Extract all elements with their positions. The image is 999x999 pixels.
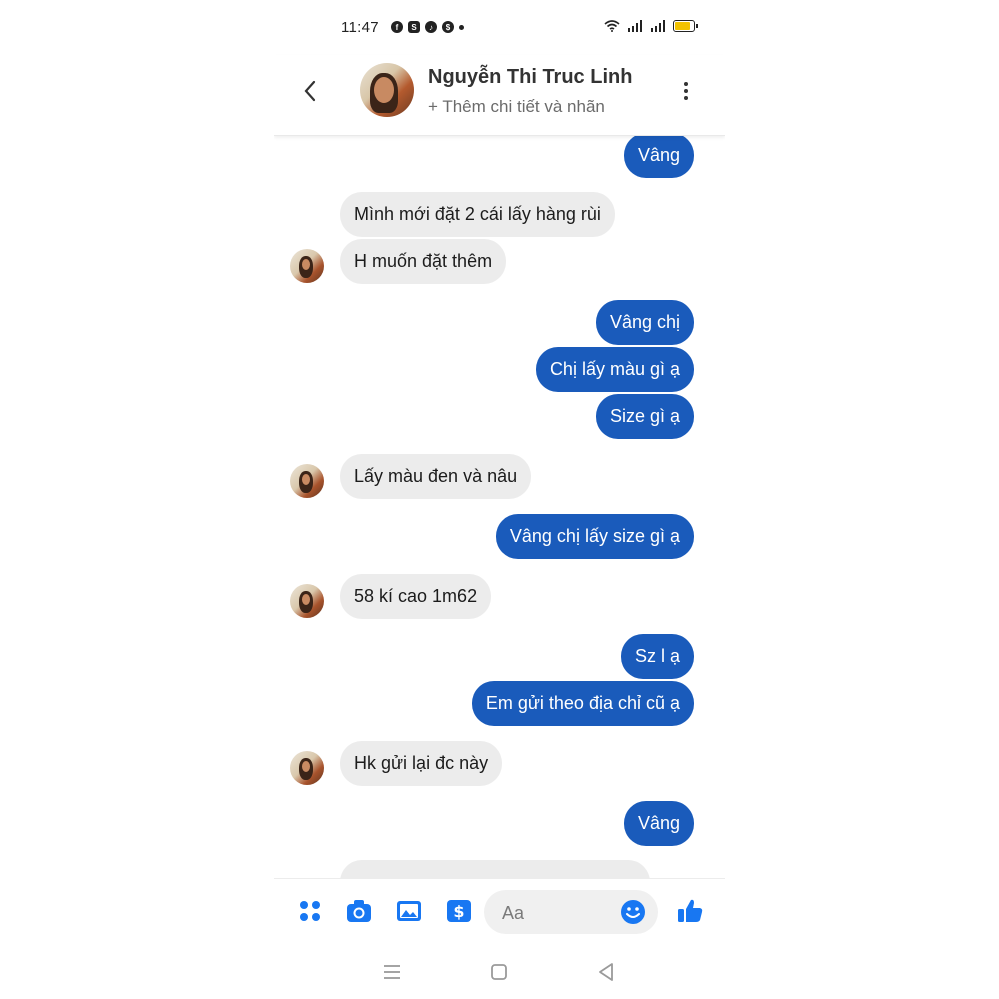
gallery-icon[interactable] (395, 897, 423, 925)
composer-bar: $ (274, 878, 725, 947)
add-details-link[interactable]: + Thêm chi tiết và nhãn (428, 97, 605, 117)
message-bubble-incoming[interactable]: Mình mới đặt 2 cái lấy hàng rùi (340, 192, 615, 237)
message-bubble-outgoing[interactable]: Sz l ạ (620, 634, 694, 679)
shopping-bag-notification-icon: S (408, 21, 420, 33)
messenger-screen: 11:47 f S ♪ $ Nguyễn Thi Truc Linh + Thê… (274, 0, 725, 999)
signal-icon-1 (628, 20, 642, 32)
sender-avatar (290, 751, 324, 785)
contact-avatar[interactable] (360, 63, 414, 117)
system-icons (604, 20, 698, 32)
svg-text:$: $ (453, 902, 464, 921)
wifi-icon (604, 20, 620, 32)
home-icon[interactable] (487, 960, 511, 984)
message-bubble-incoming-clipped[interactable] (340, 860, 650, 878)
message-bubble-outgoing[interactable]: Vâng chị lấy size gì ạ (495, 514, 694, 559)
like-thumb-icon[interactable] (676, 897, 704, 925)
payment-notification-icon: $ (442, 21, 454, 33)
sender-avatar (290, 464, 324, 498)
system-navigation-bar (274, 946, 725, 999)
back-arrow-icon[interactable] (298, 75, 322, 107)
message-list: Vâng Mình mới đặt 2 cái lấy hàng rùi H m… (274, 136, 725, 878)
message-input-box[interactable] (484, 890, 658, 934)
message-bubble-incoming[interactable]: 58 kí cao 1m62 (340, 574, 492, 619)
more-notifications-dot-icon (459, 24, 464, 30)
status-bar: 11:47 f S ♪ $ (274, 14, 725, 44)
message-bubble-outgoing[interactable]: Vâng (623, 136, 694, 178)
signal-icon-2 (651, 20, 665, 32)
message-bubble-outgoing[interactable]: Size gì ạ (595, 394, 694, 439)
notification-icons: f S ♪ $ (391, 21, 464, 33)
menu-grid-icon[interactable] (296, 897, 324, 925)
back-icon[interactable] (594, 960, 618, 984)
message-bubble-incoming[interactable]: Lấy màu đen và nâu (340, 454, 532, 499)
sender-avatar (290, 249, 324, 283)
payment-icon[interactable]: $ (445, 897, 473, 925)
more-options-icon[interactable] (678, 79, 694, 103)
sender-avatar (290, 584, 324, 618)
battery-icon (673, 20, 698, 32)
facebook-notification-icon: f (391, 21, 403, 33)
recent-apps-icon[interactable] (380, 960, 404, 984)
message-bubble-outgoing[interactable]: Em gửi theo địa chỉ cũ ạ (471, 681, 694, 726)
message-input[interactable] (500, 900, 614, 926)
status-time: 11:47 (341, 19, 379, 36)
message-bubble-outgoing[interactable]: Vâng chị (595, 300, 694, 345)
camera-icon[interactable] (345, 897, 373, 925)
message-bubble-incoming[interactable]: H muốn đặt thêm (340, 239, 507, 284)
emoji-icon[interactable] (620, 899, 646, 925)
contact-name[interactable]: Nguyễn Thi Truc Linh (428, 66, 632, 89)
message-bubble-incoming[interactable]: Hk gửi lại đc này (340, 741, 503, 786)
conversation-header: Nguyễn Thi Truc Linh + Thêm chi tiết và … (274, 55, 725, 136)
tiktok-notification-icon: ♪ (425, 21, 437, 33)
message-bubble-outgoing[interactable]: Vâng (623, 801, 694, 846)
message-bubble-outgoing[interactable]: Chị lấy màu gì ạ (535, 347, 694, 392)
